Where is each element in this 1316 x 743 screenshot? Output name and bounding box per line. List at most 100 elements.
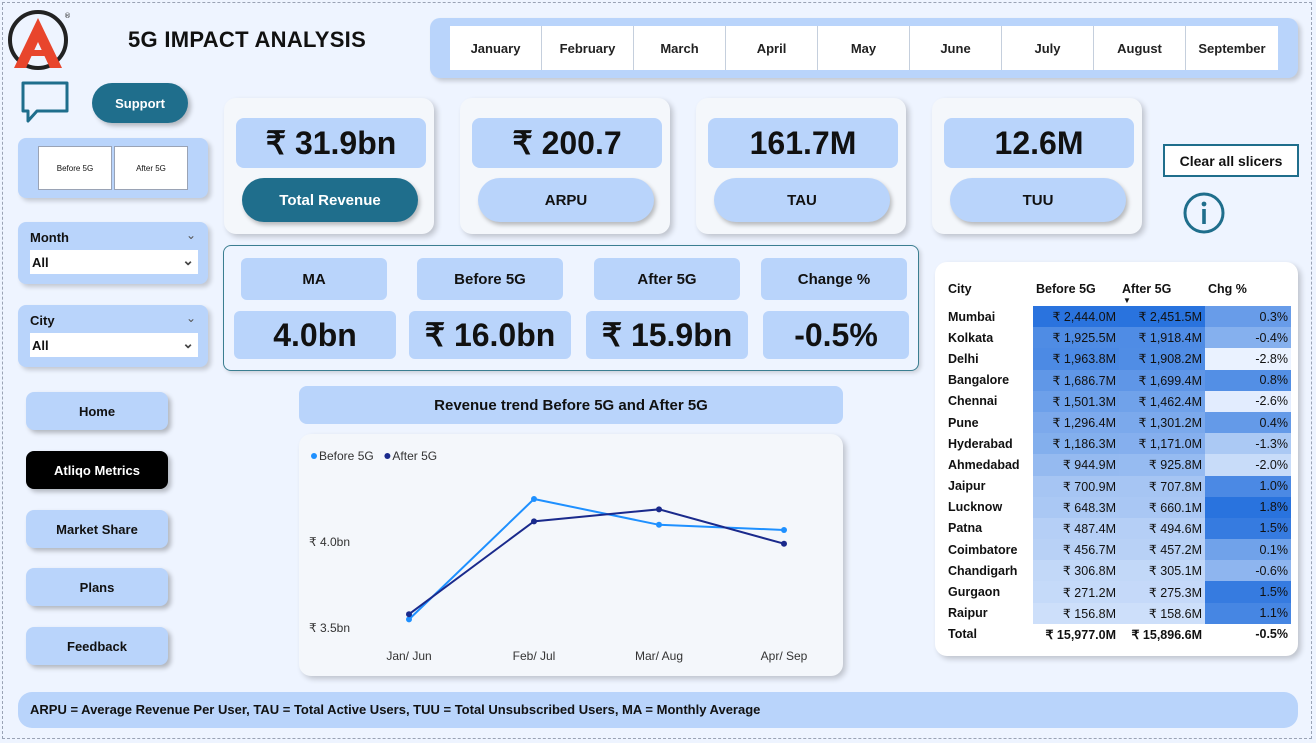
city-slicer: City ⌄ All ⌄ — [18, 305, 208, 367]
total-cell-after: ₹ 15,896.6M — [1131, 627, 1203, 642]
metric-header-after-5g: After 5G — [594, 258, 740, 300]
toggle-after-5g[interactable]: After 5G — [114, 146, 188, 190]
month-dropdown-value: All — [32, 255, 49, 270]
cell-change: 0.8% — [1205, 369, 1291, 391]
kpi-value: ₹ 200.7 — [472, 118, 662, 168]
table-row[interactable]: Kolkata ₹ 1,925.5M ₹ 1,918.4M -0.4% — [945, 327, 1291, 349]
table-row[interactable]: Chennai ₹ 1,501.3M ₹ 1,462.4M -2.6% — [945, 390, 1291, 412]
cell-city: Pune — [948, 415, 979, 430]
cell-city: Raipur — [948, 606, 988, 621]
chat-icon[interactable] — [20, 80, 70, 124]
month-tile-may[interactable]: May — [818, 26, 910, 70]
nav-home-button[interactable]: Home — [26, 392, 168, 430]
cell-after-5g: ₹ 1,908.2M — [1119, 348, 1205, 370]
legend-marker-1 — [384, 453, 391, 459]
table-row[interactable]: Patna ₹ 487.4M ₹ 494.6M 1.5% — [945, 517, 1291, 540]
table-row[interactable]: Chandigarh ₹ 306.8M ₹ 305.1M -0.6% — [945, 560, 1291, 582]
svg-text:®: ® — [64, 12, 70, 20]
kpi-label-button[interactable]: Total Revenue — [242, 178, 418, 222]
city-revenue-table-panel: City Before 5G After 5G ▼ Chg % Mumbai ₹ … — [935, 262, 1298, 656]
table-total-row: Total ₹ 15,977.0M ₹ 15,896.6M -0.5% — [945, 624, 1291, 645]
table-row[interactable]: Delhi ₹ 1,963.8M ₹ 1,908.2M -2.8% — [945, 348, 1291, 370]
kpi-label-button[interactable]: TUU — [950, 178, 1126, 222]
table-row[interactable]: Coimbatore ₹ 456.7M ₹ 457.2M 0.1% — [945, 539, 1291, 561]
metric-header-ma: MA — [241, 258, 387, 300]
x-tick-label-0: Jan/ Jun — [386, 649, 431, 663]
cell-before-5g: ₹ 271.2M — [1033, 581, 1119, 603]
cell-after-5g: ₹ 707.8M — [1119, 475, 1205, 497]
page-title: 5G IMPACT ANALYSIS — [128, 27, 367, 52]
metric-header-change: Change % — [761, 258, 907, 300]
toggle-before-5g[interactable]: Before 5G — [38, 146, 112, 190]
month-tile-july[interactable]: July — [1002, 26, 1094, 70]
month-dropdown[interactable]: All ⌄ — [30, 250, 198, 274]
month-tile-march[interactable]: March — [634, 26, 726, 70]
city-dropdown-value: All — [32, 338, 49, 353]
chart-title: Revenue trend Before 5G and After 5G — [299, 386, 843, 424]
table-row[interactable]: Raipur ₹ 156.8M ₹ 158.6M 1.1% — [945, 602, 1291, 624]
revenue-trend-chart: Before 5G After 5G ₹ 4.0bn ₹ 3.5bn Jan/ Jun F… — [299, 434, 843, 676]
city-revenue-table: City Before 5G After 5G ▼ Chg % Mumbai ₹ … — [945, 272, 1291, 645]
chevron-down-icon[interactable]: ⌄ — [186, 228, 196, 242]
info-icon[interactable] — [1182, 191, 1226, 235]
cell-before-5g: ₹ 1,186.3M — [1033, 433, 1119, 455]
series-point-0-3 — [781, 526, 787, 533]
column-header-city[interactable]: City — [945, 272, 1033, 306]
cell-change: 0.3% — [1205, 306, 1291, 328]
month-tile-september[interactable]: September — [1186, 26, 1278, 70]
sort-desc-icon: ▼ — [1123, 296, 1131, 305]
x-tick-label-3: Apr/ Sep — [761, 649, 808, 663]
column-header-change[interactable]: Chg % — [1205, 272, 1291, 306]
kpi-label-button[interactable]: ARPU — [478, 178, 654, 222]
cell-after-5g: ₹ 275.3M — [1119, 581, 1205, 603]
nav-market-share-button[interactable]: Market Share — [26, 510, 168, 548]
cell-after-5g: ₹ 660.1M — [1119, 496, 1205, 518]
series-point-0-2 — [656, 521, 662, 528]
table-row[interactable]: Pune ₹ 1,296.4M ₹ 1,301.2M 0.4% — [945, 411, 1291, 434]
kpi-card-tau: 161.7M TAU — [696, 98, 906, 234]
metric-value-after-5g: ₹ 15.9bn — [586, 311, 748, 359]
month-tile-april[interactable]: April — [726, 26, 818, 70]
table-row[interactable]: Ahmedabad ₹ 944.9M ₹ 925.8M -2.0% — [945, 454, 1291, 476]
series-line-1 — [408, 508, 785, 616]
cell-after-5g: ₹ 1,301.2M — [1119, 411, 1205, 434]
cell-after-5g: ₹ 1,171.0M — [1119, 433, 1205, 455]
nav-atliqo-metrics-button[interactable]: Atliqo Metrics — [26, 451, 168, 489]
cell-before-5g: ₹ 944.9M — [1033, 454, 1119, 476]
legend-label-0: Before 5G — [319, 449, 374, 463]
cell-change: 1.5% — [1205, 517, 1291, 540]
chevron-down-icon[interactable]: ⌄ — [186, 311, 196, 325]
table-row[interactable]: Jaipur ₹ 700.9M ₹ 707.8M 1.0% — [945, 475, 1291, 497]
kpi-label-button[interactable]: TAU — [714, 178, 890, 222]
cell-before-5g: ₹ 648.3M — [1033, 496, 1119, 518]
cell-before-5g: ₹ 1,501.3M — [1033, 390, 1119, 412]
cell-change: 1.0% — [1205, 475, 1291, 497]
cell-city: Lucknow — [948, 500, 1003, 515]
kpi-card-arpu: ₹ 200.7 ARPU — [460, 98, 670, 234]
cell-before-5g: ₹ 1,686.7M — [1033, 369, 1119, 391]
nav-feedback-button[interactable]: Feedback — [26, 627, 168, 665]
month-tile-august[interactable]: August — [1094, 26, 1186, 70]
cell-after-5g: ₹ 305.1M — [1119, 560, 1205, 582]
table-row[interactable]: Mumbai ₹ 2,444.0M ₹ 2,451.5M 0.3% — [945, 306, 1291, 328]
nav-plans-button[interactable]: Plans — [26, 568, 168, 606]
cell-change: -0.4% — [1205, 327, 1291, 349]
cell-after-5g: ₹ 1,462.4M — [1119, 390, 1205, 412]
cell-change: -2.8% — [1205, 348, 1291, 370]
clear-all-slicers-button[interactable]: Clear all slicers — [1163, 144, 1299, 177]
table-row[interactable]: Bangalore ₹ 1,686.7M ₹ 1,699.4M 0.8% — [945, 369, 1291, 391]
month-tile-june[interactable]: June — [910, 26, 1002, 70]
kpi-card-tuu: 12.6M TUU — [932, 98, 1142, 234]
cell-city: Patna — [948, 521, 983, 536]
column-header-after-5g[interactable]: After 5G ▼ — [1119, 272, 1205, 306]
table-row[interactable]: Hyderabad ₹ 1,186.3M ₹ 1,171.0M -1.3% — [945, 433, 1291, 455]
cell-after-5g: ₹ 158.6M — [1119, 602, 1205, 624]
month-tile-february[interactable]: February — [542, 26, 634, 70]
city-dropdown[interactable]: All ⌄ — [30, 333, 198, 357]
table-row[interactable]: Gurgaon ₹ 271.2M ₹ 275.3M 1.5% — [945, 581, 1291, 603]
column-header-before-5g[interactable]: Before 5G — [1033, 272, 1119, 306]
month-tile-january[interactable]: January — [450, 26, 542, 70]
support-button[interactable]: Support — [92, 83, 188, 123]
table-row[interactable]: Lucknow ₹ 648.3M ₹ 660.1M 1.8% — [945, 496, 1291, 518]
total-cell-before: ₹ 15,977.0M — [1045, 627, 1117, 642]
